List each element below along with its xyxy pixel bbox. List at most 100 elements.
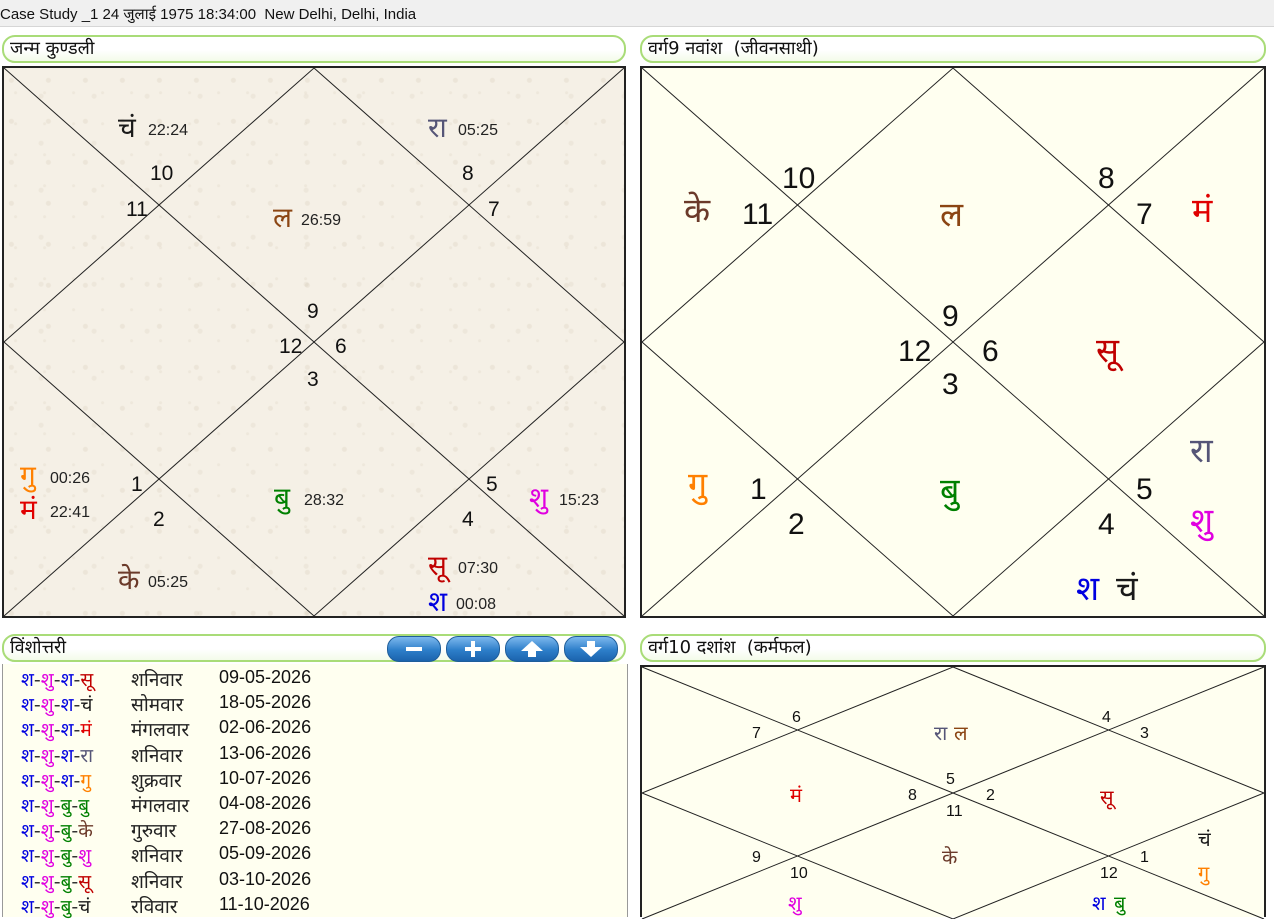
planet-glyph: गु (688, 465, 708, 505)
planet-degree: 00:26 (50, 470, 91, 487)
dasha-planet: शु (40, 769, 54, 792)
dasha-separator: - (53, 845, 61, 868)
house-number: 7 (488, 198, 500, 221)
arrow-up-icon (521, 641, 543, 657)
dasha-planet: के (78, 820, 93, 843)
house-number: 6 (982, 335, 999, 368)
planet-glyph: ल (954, 721, 968, 745)
house-number: 12 (279, 335, 303, 358)
house-number: 1 (1140, 849, 1149, 866)
planet-glyph: मं (1192, 191, 1213, 231)
dasha-planet: शु (40, 744, 54, 767)
chart-grid (641, 67, 1265, 617)
dasha-date: 10-07-2026 (219, 767, 312, 788)
house-number: 12 (898, 335, 932, 368)
planet-glyph: ल (273, 201, 292, 234)
dasha-weekday: शुक्रवार (131, 769, 182, 792)
dasha-planet: श (21, 895, 34, 918)
planet-degree: 07:30 (458, 560, 499, 577)
planet-glyph: रा (934, 721, 948, 745)
dasha-sequence: श-शु-बु-चं (21, 893, 90, 919)
dasha-date: 27-08-2026 (219, 818, 312, 839)
window-title: Case Study _1 24 जुलाई 1975 18:34:00 New… (0, 0, 1274, 27)
dasha-sequence: श-शु-श-गु (21, 767, 91, 793)
house-number: 11 (742, 198, 774, 231)
dasha-sequence: श-शु-श-चं (21, 691, 92, 717)
dasha-planet: बु (60, 895, 72, 918)
dasha-separator: - (53, 669, 61, 691)
janma-kundali-header: जन्म कुण्डली (2, 35, 626, 63)
vimshottari-list[interactable]: श-शु-श-सू शनिवार 09-05-2026 श-शु-श-चं सोमवार… (2, 664, 628, 919)
dasha-planet: श (60, 669, 74, 691)
dasha-sequence: श-शु-श-सू (21, 666, 93, 692)
house-number: 10 (790, 865, 808, 882)
planet-glyph: श (428, 585, 448, 618)
planet-glyph: बु (274, 481, 290, 514)
dasha-separator: - (33, 895, 41, 918)
house-number: 4 (1102, 709, 1111, 726)
dasha-planet: श (21, 694, 34, 717)
dasha-date: 03-10-2026 (219, 868, 312, 889)
dasha-separator: - (53, 820, 61, 843)
house-number: 11 (946, 803, 963, 820)
dasha-date: 09-05-2026 (219, 667, 312, 687)
house-number: 7 (1136, 198, 1153, 231)
planet-glyph: बु (940, 471, 960, 511)
dasha-planet: श (21, 719, 34, 742)
dasha-planet: शु (40, 719, 54, 742)
dasha-weekday: मंगलवार (131, 795, 190, 817)
dasha-sequence: श-शु-बु-सू (21, 868, 91, 894)
house-number: 9 (942, 300, 959, 333)
dasha-planet: श (21, 870, 34, 893)
dasha-planet: शु (78, 845, 92, 868)
planet-glyph: सू (428, 549, 447, 582)
planet-glyph: के (118, 563, 140, 596)
planet-glyph: श (1092, 891, 1106, 915)
dasha-planet: चं (80, 694, 93, 717)
dasha-separator: - (33, 694, 41, 717)
dasha-date: 18-05-2026 (219, 692, 312, 713)
dasha-planet: रा (80, 744, 94, 767)
dasha-planet: श (21, 820, 34, 843)
dasha-sequence: श-शु-बु-के (21, 817, 93, 843)
dasha-sequence: श-शु-श-मं (21, 716, 92, 742)
arrow-down-icon (580, 641, 602, 657)
dasha-planet: गु (80, 769, 92, 792)
house-number: 4 (1098, 508, 1115, 541)
dasha-planet: श (21, 845, 34, 868)
chart-grid (3, 67, 625, 617)
dasha-planet: श (21, 769, 34, 792)
planet-glyph: चं (1116, 569, 1138, 609)
dasha-separator: - (53, 744, 61, 767)
dasha-separator: - (53, 870, 61, 893)
planet-glyph: के (684, 191, 711, 231)
dasha-planet: श (60, 744, 74, 767)
dasha-weekday: रविवार (131, 895, 178, 918)
house-number: 11 (126, 198, 148, 221)
planet-glyph: शु (529, 481, 549, 514)
plus-icon (465, 641, 481, 657)
dasha-separator: - (53, 795, 61, 817)
scroll-up-button[interactable] (505, 636, 559, 662)
dasha-weekday: गुरुवार (131, 820, 177, 843)
dasha-planet: शु (40, 895, 54, 918)
scroll-down-button[interactable] (564, 636, 618, 662)
dasha-separator: - (53, 694, 61, 717)
collapse-button[interactable] (387, 636, 441, 662)
planet-glyph: सू (1096, 331, 1119, 371)
dasha-planet: श (60, 769, 74, 792)
planet-glyph: चं (118, 111, 136, 144)
expand-button[interactable] (446, 636, 500, 662)
dasha-planet: श (21, 795, 34, 817)
house-number: 2 (788, 508, 805, 541)
dasha-weekday: मंगलवार (131, 719, 190, 742)
house-number: 3 (307, 368, 319, 391)
planet-degree: 05:25 (458, 122, 499, 139)
planet-glyph: गु (20, 459, 36, 492)
house-number: 2 (986, 787, 995, 804)
dasha-sequence: श-शु-बु-शु (21, 842, 91, 868)
house-number: 5 (486, 473, 498, 496)
dasha-date: 04-08-2026 (219, 793, 312, 813)
dasha-weekday: शनिवार (131, 870, 183, 893)
house-number: 1 (750, 473, 767, 506)
